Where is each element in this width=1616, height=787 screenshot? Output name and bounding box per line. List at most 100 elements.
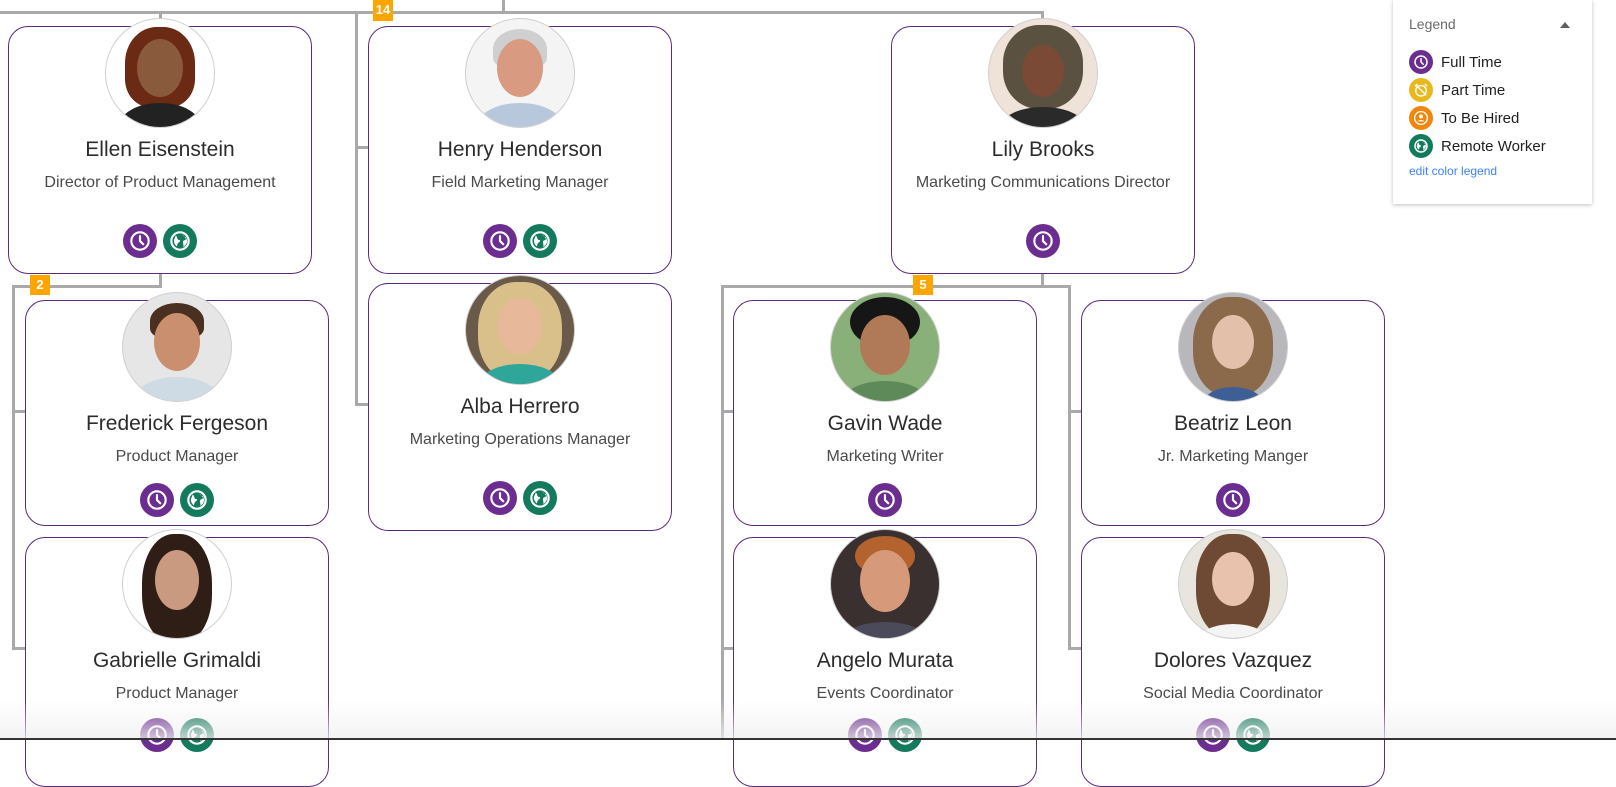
person-icon xyxy=(1409,106,1433,130)
avatar xyxy=(465,275,575,385)
employee-title: Marketing Communications Director xyxy=(915,174,1171,191)
employee-card-gavin[interactable]: Gavin Wade Marketing Writer xyxy=(733,292,1037,526)
legend-item-full-time: Full Time xyxy=(1409,48,1576,76)
connector-line xyxy=(1068,285,1071,650)
legend-panel: Legend Full Time Part Time To Be Hired R… xyxy=(1393,0,1592,204)
status-badges xyxy=(1082,718,1384,752)
full-time-icon xyxy=(868,483,902,517)
legend-label: To Be Hired xyxy=(1441,109,1520,127)
status-badges xyxy=(369,224,671,258)
full-time-icon xyxy=(848,718,882,752)
globe-icon xyxy=(163,224,197,258)
full-time-icon xyxy=(1216,483,1250,517)
avatar xyxy=(122,292,232,402)
connector-line xyxy=(355,146,369,149)
globe-icon xyxy=(888,718,922,752)
legend-label: Remote Worker xyxy=(1441,137,1546,155)
employee-title: Marketing Operations Manager xyxy=(409,431,631,448)
collapse-caret-icon[interactable] xyxy=(1560,22,1570,28)
connector-line xyxy=(355,403,369,406)
reports-count-badge[interactable]: 5 xyxy=(913,275,933,295)
status-badges xyxy=(369,481,671,515)
employee-card-alba[interactable]: Alba Herrero Marketing Operations Manage… xyxy=(368,275,672,531)
avatar xyxy=(1178,529,1288,639)
legend-item-remote-worker: Remote Worker xyxy=(1409,132,1576,160)
employee-title: Social Media Coordinator xyxy=(1143,685,1323,702)
employee-title: Marketing Writer xyxy=(826,448,944,465)
legend-label: Full Time xyxy=(1441,53,1502,71)
employee-title: Field Marketing Manager xyxy=(431,174,609,191)
employee-title: Product Manager xyxy=(115,448,239,465)
full-time-icon xyxy=(1026,224,1060,258)
legend-list: Full Time Part Time To Be Hired Remote W… xyxy=(1409,48,1576,160)
employee-name: Dolores Vazquez xyxy=(1153,649,1313,672)
status-badges xyxy=(734,718,1036,752)
connector-line xyxy=(721,285,724,740)
globe-icon xyxy=(1409,134,1433,158)
connector-line xyxy=(721,285,1071,288)
employee-name: Gavin Wade xyxy=(827,412,943,435)
full-time-icon xyxy=(483,481,517,515)
connector-line xyxy=(355,11,358,406)
employee-title: Events Coordinator xyxy=(816,685,954,702)
reports-count-badge[interactable]: 2 xyxy=(30,275,50,295)
full-time-icon xyxy=(140,483,174,517)
employee-card-lily[interactable]: Lily Brooks Marketing Communications Dir… xyxy=(891,18,1195,274)
full-time-icon xyxy=(140,718,174,752)
avatar xyxy=(105,18,215,128)
employee-card-ellen[interactable]: Ellen Eisenstein Director of Product Man… xyxy=(8,18,312,274)
employee-name: Alba Herrero xyxy=(460,395,580,418)
employee-name: Frederick Fergeson xyxy=(85,412,269,435)
connector-line xyxy=(0,11,1044,14)
globe-icon xyxy=(1236,718,1270,752)
edit-color-legend-link[interactable]: edit color legend xyxy=(1409,164,1497,178)
avatar xyxy=(830,292,940,402)
employee-title: Director of Product Management xyxy=(44,174,276,191)
connector-line xyxy=(1068,647,1082,650)
avatar xyxy=(122,529,232,639)
status-badges xyxy=(26,483,328,517)
employee-name: Lily Brooks xyxy=(991,138,1095,161)
employee-name: Gabrielle Grimaldi xyxy=(92,649,262,672)
employee-card-gabrielle[interactable]: Gabrielle Grimaldi Product Manager xyxy=(25,529,329,787)
clock-icon xyxy=(1409,50,1433,74)
employee-name: Ellen Eisenstein xyxy=(85,138,235,161)
globe-icon xyxy=(180,483,214,517)
avatar xyxy=(830,529,940,639)
full-time-icon xyxy=(123,224,157,258)
connector-line xyxy=(1068,410,1082,413)
avatar xyxy=(465,18,575,128)
reports-count-badge[interactable]: 14 xyxy=(373,0,393,21)
connector-line xyxy=(12,647,26,650)
employee-name: Beatriz Leon xyxy=(1174,412,1292,435)
status-badges xyxy=(26,718,328,752)
legend-label: Part Time xyxy=(1441,81,1506,99)
employee-name: Henry Henderson xyxy=(437,138,603,161)
employee-card-dolores[interactable]: Dolores Vazquez Social Media Coordinator xyxy=(1081,529,1385,787)
legend-header[interactable]: Legend xyxy=(1409,16,1576,36)
legend-item-to-be-hired: To Be Hired xyxy=(1409,104,1576,132)
connector-line xyxy=(12,285,15,650)
connector-line xyxy=(12,410,26,413)
employee-card-beatriz[interactable]: Beatriz Leon Jr. Marketing Manger xyxy=(1081,292,1385,526)
globe-icon xyxy=(523,481,557,515)
status-badges xyxy=(9,224,311,258)
employee-card-angelo[interactable]: Angelo Murata Events Coordinator xyxy=(733,529,1037,787)
legend-item-part-time: Part Time xyxy=(1409,76,1576,104)
avatar xyxy=(1178,292,1288,402)
alarm-off-icon xyxy=(1409,78,1433,102)
globe-icon xyxy=(523,224,557,258)
full-time-icon xyxy=(1196,718,1230,752)
employee-title: Product Manager xyxy=(115,685,239,702)
employee-card-frederick[interactable]: Frederick Fergeson Product Manager xyxy=(25,292,329,526)
employee-name: Angelo Murata xyxy=(816,649,954,672)
employee-title: Jr. Marketing Manger xyxy=(1157,448,1309,465)
status-badges xyxy=(1082,483,1384,517)
legend-title: Legend xyxy=(1409,16,1456,32)
status-badges xyxy=(734,483,1036,517)
employee-card-henry[interactable]: Henry Henderson Field Marketing Manager xyxy=(368,18,672,274)
connector-line xyxy=(502,0,505,12)
avatar xyxy=(988,18,1098,128)
status-badges xyxy=(892,224,1194,258)
full-time-icon xyxy=(483,224,517,258)
